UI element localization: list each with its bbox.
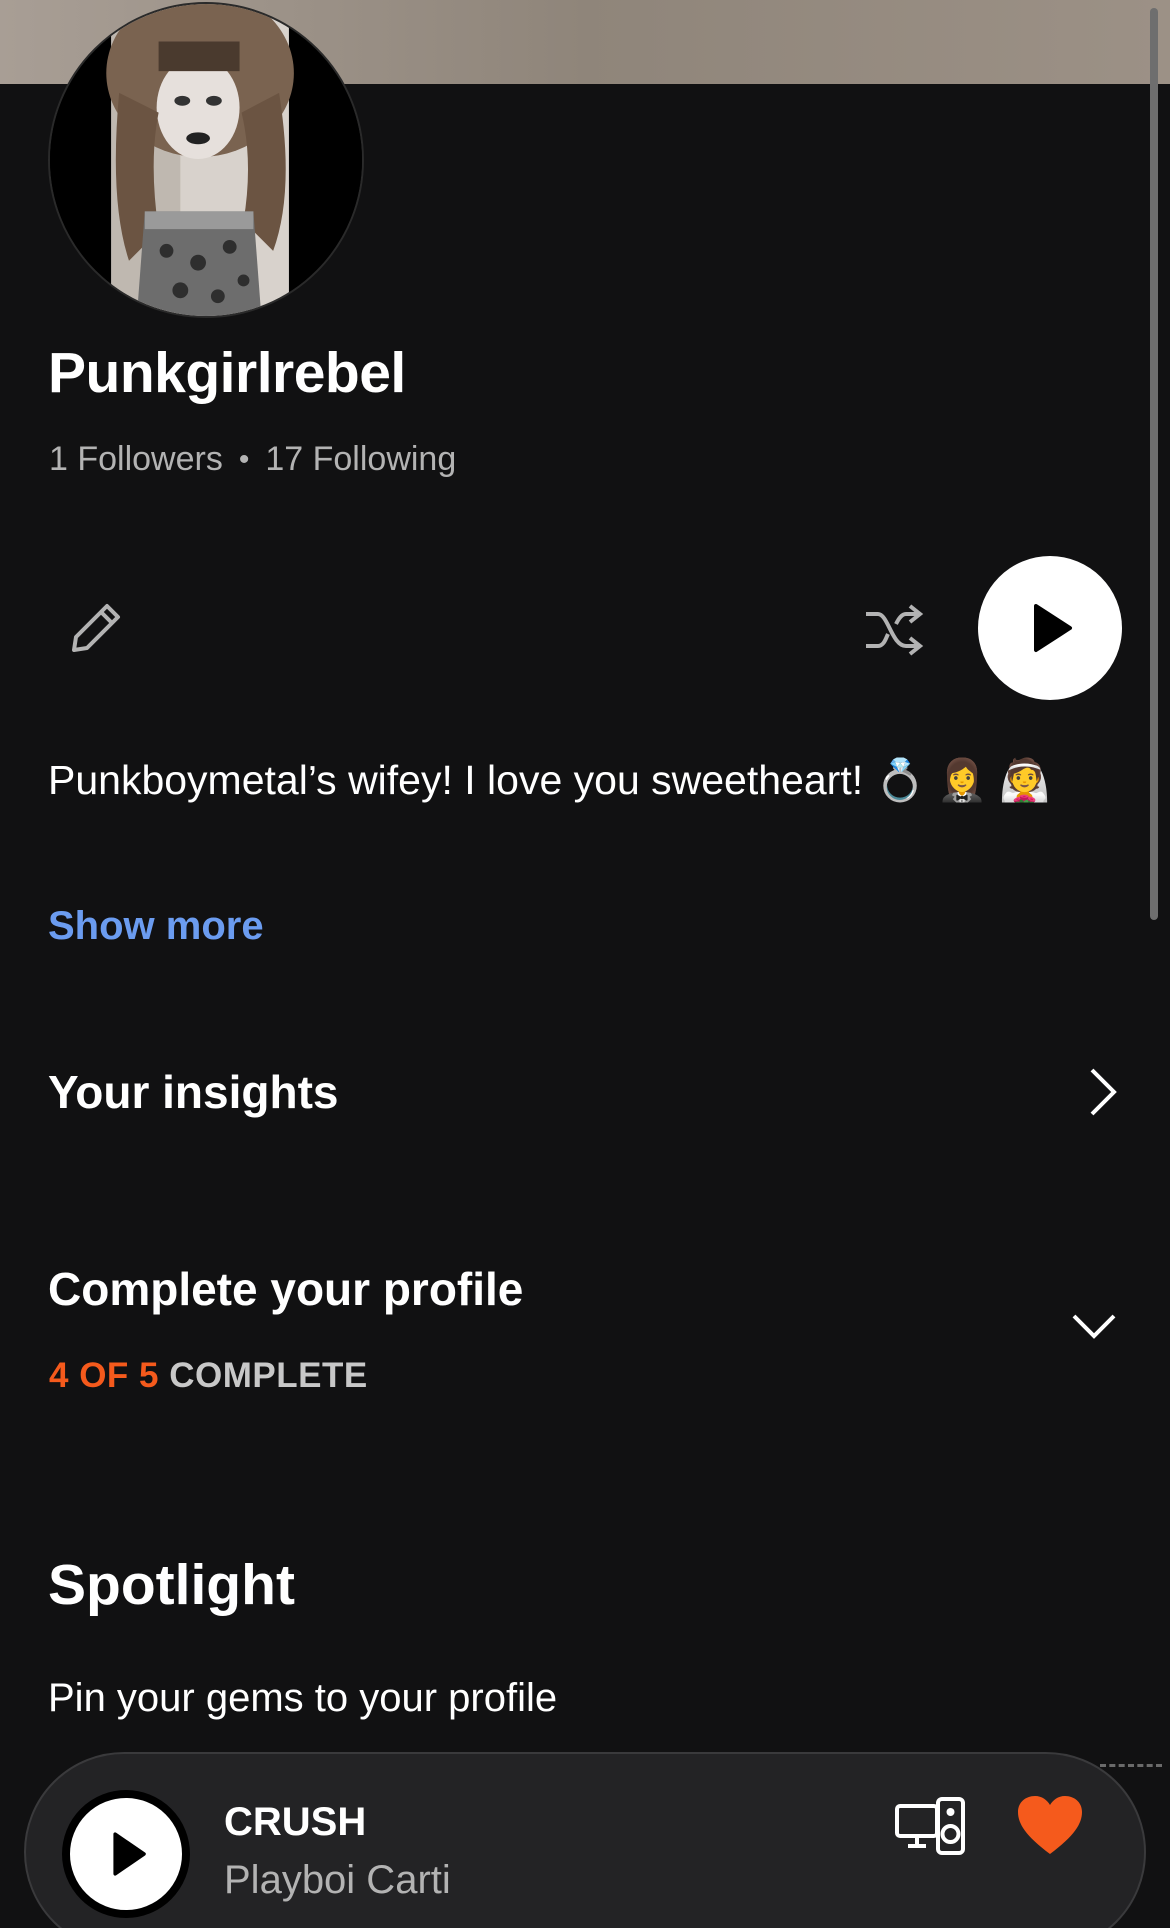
show-more-link[interactable]: Show more bbox=[48, 904, 264, 949]
play-icon bbox=[113, 1832, 146, 1876]
spotlight-placeholder-border bbox=[1100, 1764, 1162, 1767]
expand-profile-button[interactable] bbox=[1068, 1300, 1120, 1352]
chevron-right-icon bbox=[1090, 1068, 1117, 1116]
devices-icon bbox=[895, 1797, 965, 1855]
insights-row[interactable]: Your insights bbox=[48, 1060, 1122, 1124]
track-artist: Playboi Carti bbox=[224, 1858, 451, 1902]
edit-profile-button[interactable] bbox=[62, 594, 130, 662]
avatar-photo bbox=[50, 4, 362, 316]
avatar[interactable] bbox=[48, 2, 364, 318]
profile-bio: Punkboymetal’s wifey! I love you sweethe… bbox=[48, 757, 1051, 803]
profile-page: Punkgirlrebel 1 Followers • 17 Following… bbox=[0, 0, 1170, 1928]
heart-icon bbox=[1018, 1796, 1082, 1854]
devices-button[interactable] bbox=[894, 1796, 966, 1856]
mini-player[interactable]: CRUSH Playboi Carti bbox=[24, 1752, 1146, 1928]
followers-link[interactable]: 1 Followers bbox=[49, 440, 223, 479]
scrollbar[interactable] bbox=[1150, 8, 1158, 920]
profile-username: Punkgirlrebel bbox=[48, 341, 406, 405]
shuffle-button[interactable] bbox=[862, 598, 926, 662]
insights-title: Your insights bbox=[48, 1066, 339, 1118]
spotlight-title: Spotlight bbox=[48, 1553, 295, 1617]
chevron-down-icon bbox=[1072, 1314, 1116, 1339]
like-button[interactable] bbox=[1016, 1794, 1084, 1856]
follow-stats: 1 Followers • 17 Following bbox=[49, 440, 456, 479]
complete-profile-title[interactable]: Complete your profile bbox=[48, 1262, 523, 1316]
progress-count: 4 OF 5 bbox=[49, 1356, 159, 1395]
stats-separator: • bbox=[238, 442, 250, 476]
play-icon bbox=[1034, 604, 1072, 652]
mini-player-play-button[interactable] bbox=[62, 1790, 190, 1918]
shuffle-icon bbox=[866, 604, 924, 656]
progress-label: COMPLETE bbox=[169, 1356, 368, 1395]
following-link[interactable]: 17 Following bbox=[265, 440, 456, 479]
track-title: CRUSH bbox=[224, 1800, 367, 1844]
play-profile-button[interactable] bbox=[978, 556, 1122, 700]
complete-profile-progress: 4 OF 5 COMPLETE bbox=[49, 1356, 368, 1396]
pencil-icon bbox=[72, 604, 120, 652]
spotlight-subtitle: Pin your gems to your profile bbox=[48, 1676, 558, 1720]
